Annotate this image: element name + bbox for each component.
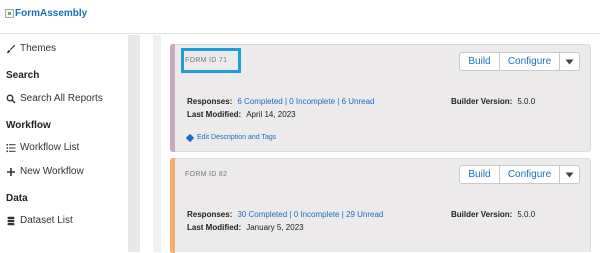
database-icon: [6, 216, 16, 226]
brush-icon: [6, 44, 16, 54]
form-actions: Build Configure: [459, 52, 580, 71]
form-id-label: FORM ID 71: [185, 57, 228, 64]
form-id-label: FORM ID 82: [185, 171, 228, 178]
form-card: FORM ID 82 Build Configure Responses: 30…: [170, 158, 591, 253]
edit-description-label: Edit Description and Tags: [197, 134, 277, 141]
builder-version-row: Builder Version: 5.0.0: [451, 97, 535, 106]
form-actions: Build Configure: [459, 165, 580, 184]
sidebar-item-workflow-list[interactable]: Workflow List: [6, 142, 79, 153]
sidebar-item-themes[interactable]: Themes: [6, 43, 56, 54]
responses-row: Responses: 6 Completed | 0 Incomplete | …: [187, 97, 374, 106]
last-modified-row: Last Modified: April 14, 2023: [187, 110, 296, 119]
list-icon: [6, 143, 16, 153]
logo-alt-text: FormAssembly: [15, 8, 88, 19]
more-actions-button[interactable]: [560, 165, 580, 184]
sidebar-item-label: Themes: [20, 43, 57, 54]
last-modified-value: April 14, 2023: [246, 110, 296, 119]
caret-down-icon: [565, 172, 574, 177]
configure-button[interactable]: Configure: [500, 165, 560, 184]
broken-image-icon: [5, 9, 14, 18]
last-modified-row: Last Modified: January 5, 2023: [187, 223, 304, 232]
form-card-stripe: [170, 158, 175, 253]
search-icon: [6, 94, 16, 104]
sidebar: Themes Search Search All Reports Workflo…: [0, 35, 140, 252]
builder-version-value: 5.0.0: [517, 97, 536, 106]
last-modified-label: Last Modified:: [187, 110, 242, 119]
builder-version-label: Builder Version:: [451, 97, 513, 106]
last-modified-label: Last Modified:: [187, 223, 242, 232]
sidebar-item-label: Workflow List: [20, 142, 80, 153]
sidebar-item-new-workflow[interactable]: New Workflow: [6, 166, 84, 177]
builder-version-label: Builder Version:: [451, 210, 513, 219]
top-bar: FormAssembly: [0, 0, 600, 34]
responses-label: Responses:: [187, 210, 233, 219]
formassembly-logo[interactable]: FormAssembly: [5, 8, 87, 19]
sidebar-item-label: Dataset List: [20, 215, 73, 226]
build-button[interactable]: Build: [459, 165, 500, 184]
builder-version-value: 5.0.0: [517, 210, 536, 219]
sidebar-item-label: New Workflow: [20, 166, 84, 177]
configure-button[interactable]: Configure: [500, 52, 560, 71]
caret-down-icon: [565, 59, 574, 64]
more-actions-button[interactable]: [560, 52, 580, 71]
form-card: FORM ID 71 Build Configure Responses: 6 …: [170, 44, 591, 152]
sidebar-heading-data: Data: [6, 193, 28, 204]
tag-icon: [185, 133, 195, 142]
responses-row: Responses: 30 Completed | 0 Incomplete |…: [187, 210, 383, 219]
sidebar-item-dataset-list[interactable]: Dataset List: [6, 215, 73, 226]
builder-version-row: Builder Version: 5.0.0: [451, 210, 535, 219]
form-card-stripe: [170, 44, 175, 152]
responses-link[interactable]: 30 Completed | 0 Incomplete | 29 Unread: [237, 210, 383, 219]
sidebar-heading-search: Search: [6, 70, 40, 81]
sidebar-scrollbar[interactable]: [128, 35, 140, 252]
plus-icon: [6, 167, 16, 177]
edit-description-link[interactable]: Edit Description and Tags: [185, 133, 277, 142]
sidebar-item-search-all[interactable]: Search All Reports: [6, 93, 103, 104]
build-button[interactable]: Build: [459, 52, 500, 71]
sidebar-heading-workflow: Workflow: [6, 120, 51, 131]
content-scrollbar[interactable]: [153, 35, 161, 252]
last-modified-value: January 5, 2023: [246, 223, 304, 232]
sidebar-item-label: Search All Reports: [20, 93, 103, 104]
responses-label: Responses:: [187, 97, 233, 106]
responses-link[interactable]: 6 Completed | 0 Incomplete | 6 Unread: [237, 97, 374, 106]
